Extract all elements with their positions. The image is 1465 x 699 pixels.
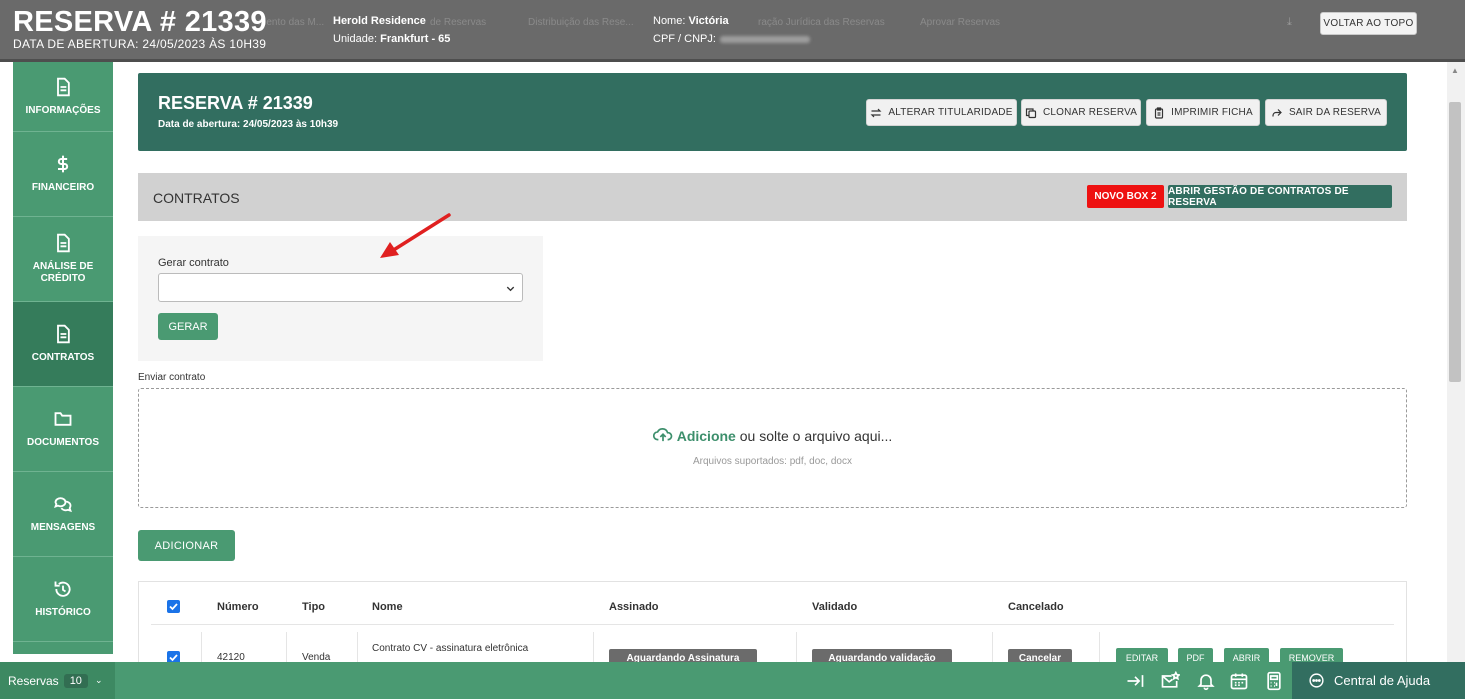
- reserva-title: RESERVA # 21339: [158, 93, 313, 113]
- column-header-cancelado[interactable]: Cancelado: [1008, 601, 1064, 613]
- bottom-toolbar: Reservas 10 ⌄ Central de Ajuda: [0, 662, 1465, 699]
- column-header-tipo[interactable]: Tipo: [302, 601, 325, 613]
- reserva-sidebar: INFORMAÇÕES FINANCEIRO ANÁLISE DE CRÉDIT…: [13, 62, 113, 654]
- clonar-reserva-button[interactable]: CLONAR RESERVA: [1021, 99, 1141, 126]
- reserva-opening-date: Data de abertura: 24/05/2023 às 10h39: [158, 119, 339, 130]
- sidebar-item-informacoes[interactable]: INFORMAÇÕES: [13, 62, 113, 132]
- gerar-contrato-label: Gerar contrato: [158, 257, 229, 269]
- sair-reserva-button[interactable]: SAIR DA RESERVA: [1265, 99, 1387, 126]
- contracts-table: Número Tipo Nome Assinado Validado Cance…: [138, 581, 1407, 672]
- scroll-thumb[interactable]: [1449, 102, 1461, 382]
- clipboard-icon: [1155, 106, 1164, 119]
- document-icon: [57, 324, 70, 344]
- dollar-icon: [57, 155, 69, 173]
- sidebar-item-label: DOCUMENTOS: [26, 437, 100, 448]
- dropzone-prompt: Adicione ou solte o arquivo aqui...: [139, 427, 1406, 444]
- abrir-gestao-contratos-button[interactable]: ABRIR GESTÃO DE CONTRATOS DE RESERVA: [1168, 185, 1392, 208]
- folder-icon: [54, 412, 72, 426]
- mail-star-icon[interactable]: [1160, 671, 1180, 691]
- select-all-checkbox[interactable]: [167, 600, 180, 613]
- sidebar-item-label: MENSAGENS: [30, 522, 96, 533]
- cloud-upload-icon: [652, 428, 673, 442]
- file-dropzone[interactable]: Adicione ou solte o arquivo aqui... Arqu…: [138, 388, 1407, 508]
- collapse-right-icon[interactable]: [1125, 671, 1145, 691]
- column-header-nome[interactable]: Nome: [372, 601, 403, 613]
- reservas-selector[interactable]: Reservas 10 ⌄: [0, 662, 115, 699]
- bell-icon[interactable]: [1196, 671, 1216, 691]
- sidebar-item-documentos[interactable]: DOCUMENTOS: [13, 387, 113, 472]
- sidebar-item-historico[interactable]: HISTÓRICO: [13, 557, 113, 642]
- sidebar-item-contratos[interactable]: CONTRATOS: [13, 302, 113, 387]
- sidebar-item-label: FINANCEIRO: [31, 182, 95, 193]
- sticky-opening-date: DATA DE ABERTURA: 24/05/2023 ÀS 10H39: [13, 37, 267, 51]
- cliente-nome: Nome: Victória: [653, 15, 729, 27]
- sticky-header: mento das M... de Reservas Distribuição …: [0, 0, 1465, 62]
- history-icon: [54, 581, 71, 597]
- sidebar-item-label: CONTRATOS: [31, 352, 95, 363]
- chevron-down-icon: ⌄: [94, 675, 103, 685]
- gerar-contrato-panel: Gerar contrato GERAR: [138, 236, 543, 361]
- redacted-value: [719, 35, 810, 43]
- column-header-validado[interactable]: Validado: [812, 601, 857, 613]
- sidebar-item-label: INFORMAÇÕES: [25, 104, 101, 116]
- dropzone-add-link[interactable]: Adicione: [677, 428, 736, 444]
- annotation-arrow-icon: [380, 213, 451, 258]
- reservas-count-badge: 10: [63, 673, 88, 688]
- sidebar-item-financeiro[interactable]: FINANCEIRO: [13, 132, 113, 217]
- sidebar-item-analise-credito[interactable]: ANÁLISE DE CRÉDITO: [13, 217, 113, 302]
- chat-icon: [54, 497, 72, 513]
- page-scrollbar[interactable]: ▲: [1447, 62, 1465, 662]
- ghost-menu-item: Aprovar Reservas: [920, 16, 1001, 28]
- sidebar-item-label: ANÁLISE DE CRÉDITO: [32, 261, 94, 284]
- cliente-cpf: CPF / CNPJ:: [653, 33, 810, 45]
- check-icon: [169, 603, 178, 611]
- unidade-info: Unidade: Frankfurt - 65: [333, 33, 451, 45]
- contratos-section-header: CONTRATOS NOVO BOX 2 ABRIR GESTÃO DE CON…: [138, 173, 1407, 221]
- cell-nome: Contrato CV - assinatura eletrônica: [372, 643, 529, 654]
- swap-arrows-icon: [870, 108, 882, 117]
- section-title: CONTRATOS: [153, 190, 240, 206]
- chevron-down-icon: [506, 286, 515, 292]
- back-to-top-button[interactable]: VOLTAR AO TOPO: [1320, 12, 1417, 35]
- chat-bubble-icon: [1309, 673, 1324, 688]
- scroll-up-arrow-icon[interactable]: ▲: [1451, 66, 1459, 75]
- calendar-icon[interactable]: [1229, 671, 1249, 691]
- ghost-menu-item: Distribuição das Rese...: [528, 16, 634, 28]
- reserva-header-panel: RESERVA # 21339 Data de abertura: 24/05/…: [138, 73, 1407, 151]
- enviar-contrato-label: Enviar contrato: [138, 372, 206, 383]
- column-header-numero[interactable]: Número: [217, 601, 259, 613]
- sidebar-item-label: HISTÓRICO: [35, 607, 91, 618]
- document-icon: [57, 233, 70, 253]
- copy-icon: [1025, 107, 1037, 118]
- imprimir-ficha-button[interactable]: IMPRIMIR FICHA: [1146, 99, 1260, 126]
- adicionar-button[interactable]: ADICIONAR: [138, 530, 235, 561]
- sidebar-item-mensagens[interactable]: MENSAGENS: [13, 472, 113, 557]
- share-arrow-icon: [1272, 108, 1282, 116]
- empreendimento-name: Herold Residence: [333, 15, 426, 27]
- download-icon[interactable]: ⤓: [1287, 16, 1292, 29]
- alterar-titularidade-button[interactable]: ALTERAR TITULARIDADE: [866, 99, 1017, 126]
- gerar-contrato-select[interactable]: [158, 273, 523, 302]
- sticky-reserva-title: RESERVA # 21339: [13, 6, 267, 38]
- document-icon: [57, 77, 70, 96]
- gerar-button[interactable]: GERAR: [158, 313, 218, 340]
- ghost-menu-item: mento das M...: [258, 16, 325, 28]
- dropzone-hint: Arquivos suportados: pdf, doc, docx: [693, 456, 852, 467]
- novo-box-2-button[interactable]: NOVO BOX 2: [1087, 185, 1164, 208]
- header-divider: [151, 624, 1394, 625]
- calculator-icon[interactable]: [1264, 671, 1284, 691]
- central-de-ajuda-button[interactable]: Central de Ajuda: [1292, 662, 1465, 699]
- column-header-assinado[interactable]: Assinado: [609, 601, 659, 613]
